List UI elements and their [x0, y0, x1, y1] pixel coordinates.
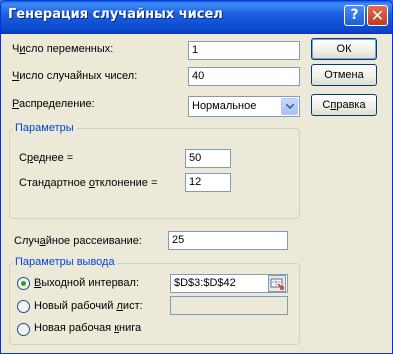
- cancel-button[interactable]: Отмена: [311, 64, 377, 86]
- distribution-value: Нормальное: [192, 100, 257, 112]
- new-sheet-input[interactable]: [170, 296, 288, 315]
- std-label: Стандартное отклонение =: [19, 177, 158, 189]
- chevron-down-icon[interactable]: [281, 98, 298, 115]
- mean-input[interactable]: 50: [185, 149, 231, 168]
- range-picker-icon[interactable]: [268, 275, 286, 292]
- output-range-label[interactable]: Выходной интервал:: [34, 277, 139, 289]
- parameters-group-title: Параметры: [13, 122, 76, 134]
- parameters-group: [9, 128, 300, 219]
- dialog-body: Число переменных: 1 Число случайных чисе…: [5, 34, 390, 351]
- std-input[interactable]: 12: [185, 173, 231, 192]
- new-book-label[interactable]: Новая рабочая книга: [34, 322, 141, 334]
- output-group-title: Параметры вывода: [13, 256, 117, 268]
- ok-button[interactable]: ОК: [311, 38, 377, 60]
- num-vars-input[interactable]: 1: [188, 41, 300, 60]
- dialog-window: Генерация случайных чисел ? ✕ Число пере…: [0, 0, 393, 354]
- dialog-title: Генерация случайных чисел: [8, 7, 223, 22]
- title-bar[interactable]: Генерация случайных чисел ? ✕: [1, 1, 392, 34]
- distribution-label: Распределение:: [12, 98, 95, 110]
- output-range-radio[interactable]: [17, 277, 30, 290]
- help-title-button[interactable]: ?: [344, 5, 365, 26]
- close-button[interactable]: ✕: [367, 5, 388, 26]
- new-sheet-radio[interactable]: [17, 300, 30, 313]
- help-button[interactable]: Справка: [311, 94, 377, 116]
- new-book-radio[interactable]: [17, 323, 30, 336]
- seed-input[interactable]: 25: [168, 231, 288, 250]
- num-rand-input[interactable]: 40: [188, 67, 300, 86]
- distribution-select[interactable]: Нормальное: [188, 96, 300, 117]
- num-rand-label: Число случайных чисел:: [12, 70, 138, 82]
- mean-label: Среднее =: [19, 152, 74, 164]
- new-sheet-label[interactable]: Новый рабочий лист:: [34, 300, 143, 312]
- seed-label: Случайное рассеивание:: [14, 235, 142, 247]
- num-vars-label: Число переменных:: [12, 43, 114, 55]
